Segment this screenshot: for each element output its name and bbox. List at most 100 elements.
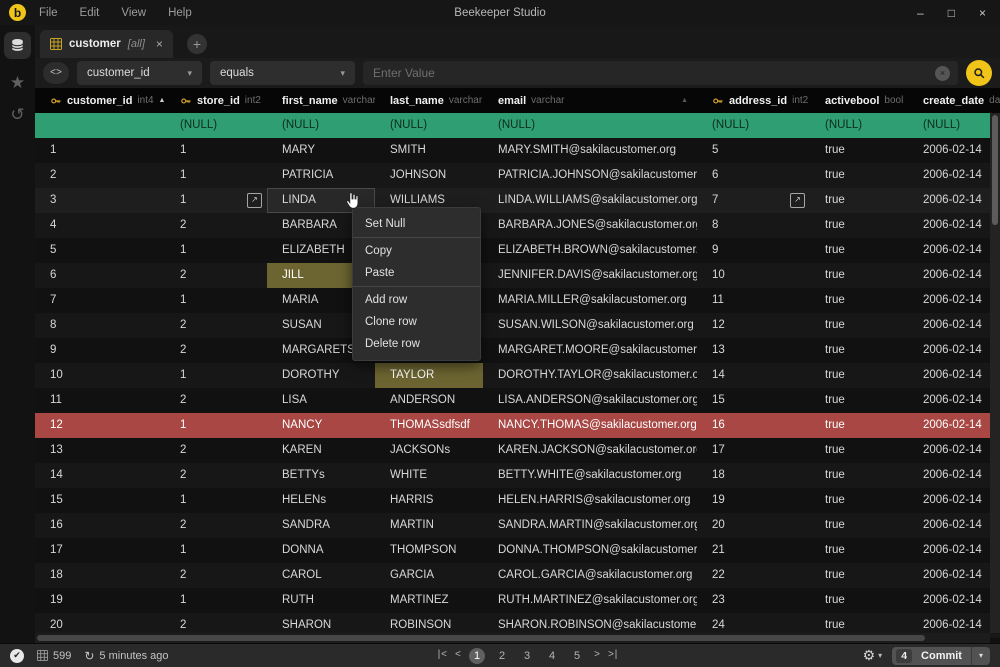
table-cell[interactable]: 5 <box>35 238 165 263</box>
table-cell[interactable]: true <box>810 463 908 488</box>
table-cell[interactable]: DOROTHY <box>267 363 375 388</box>
clear-filter-icon[interactable]: × <box>935 66 950 81</box>
pagination-page-5[interactable]: 5 <box>569 650 585 662</box>
sql-code-toggle-button[interactable]: <> <box>43 62 69 84</box>
table-cell[interactable]: 13 <box>697 338 810 363</box>
table-cell[interactable]: CAROL.GARCIA@sakilacustomer.org <box>483 563 697 588</box>
table-cell[interactable]: 1 <box>165 363 267 388</box>
table-row[interactable]: 151HELENsHARRISHELEN.HARRIS@sakilacustom… <box>35 488 1000 513</box>
table-row[interactable]: 51ELIZABETHBROWNELIZABETH.BROWN@sakilacu… <box>35 238 1000 263</box>
table-cell[interactable]: NANCY.THOMAS@sakilacustomer.org <box>483 413 697 438</box>
table-cell[interactable]: true <box>810 413 908 438</box>
column-header-create_date[interactable]: create_datedate▲ <box>908 88 1000 113</box>
minimize-button[interactable]: – <box>917 6 924 20</box>
table-cell[interactable]: 2 <box>165 513 267 538</box>
table-row[interactable]: 42BARBARAJONESBARBARA.JONES@sakilacustom… <box>35 213 1000 238</box>
table-cell[interactable]: 15 <box>35 488 165 513</box>
table-cell[interactable]: LISA.ANDERSON@sakilacustomer.org <box>483 388 697 413</box>
table-cell[interactable]: 4 <box>35 213 165 238</box>
table-cell[interactable]: true <box>810 538 908 563</box>
menu-help[interactable]: Help <box>168 7 192 19</box>
table-cell[interactable]: true <box>810 588 908 613</box>
table-cell[interactable]: true <box>810 163 908 188</box>
table-cell[interactable]: 2 <box>165 463 267 488</box>
table-cell[interactable]: true <box>810 388 908 413</box>
table-cell[interactable]: KAREN <box>267 438 375 463</box>
table-cell[interactable]: CAROL <box>267 563 375 588</box>
table-cell[interactable]: 16 <box>697 413 810 438</box>
table-cell[interactable]: HELENs <box>267 488 375 513</box>
table-cell[interactable]: DONNA.THOMPSON@sakilacustomer.org <box>483 538 697 563</box>
table-cell[interactable]: RUTH <box>267 588 375 613</box>
table-cell[interactable]: PATRICIA <box>267 163 375 188</box>
table-cell[interactable]: GARCIA <box>375 563 483 588</box>
table-cell[interactable]: true <box>810 238 908 263</box>
table-cell[interactable]: 2006-02-14 <box>908 513 1000 538</box>
sidebar-item-tables[interactable] <box>4 32 31 59</box>
table-cell[interactable]: LINDA.WILLIAMS@sakilacustomer.org <box>483 188 697 213</box>
menu-item-copy[interactable]: Copy <box>353 240 480 262</box>
table-row[interactable]: 62JILLDAVISJENNIFER.DAVIS@sakilacustomer… <box>35 263 1000 288</box>
table-row[interactable]: 112LISAANDERSONLISA.ANDERSON@sakilacusto… <box>35 388 1000 413</box>
column-header-address_id[interactable]: address_idint2▲ <box>697 88 810 113</box>
maximize-button[interactable]: □ <box>948 6 955 20</box>
table-cell[interactable]: JACKSONs <box>375 438 483 463</box>
table-cell[interactable]: 1 <box>35 138 165 163</box>
table-cell[interactable]: (NULL) <box>697 113 810 138</box>
table-row[interactable]: 162SANDRAMARTINSANDRA.MARTIN@sakilacusto… <box>35 513 1000 538</box>
table-cell[interactable]: 19 <box>697 488 810 513</box>
close-button[interactable]: × <box>979 6 986 20</box>
table-cell[interactable]: KAREN.JACKSON@sakilacustomer.org <box>483 438 697 463</box>
table-cell[interactable]: MARY <box>267 138 375 163</box>
table-row[interactable]: 191RUTHMARTINEZRUTH.MARTINEZ@sakilacusto… <box>35 588 1000 613</box>
commit-dropdown-caret[interactable]: ▾ <box>972 651 990 660</box>
table-cell[interactable]: true <box>810 313 908 338</box>
table-cell[interactable]: NANCY <box>267 413 375 438</box>
table-cell[interactable]: ANDERSON <box>375 388 483 413</box>
table-row[interactable]: 132KARENJACKSONsKAREN.JACKSON@sakilacust… <box>35 438 1000 463</box>
table-cell[interactable]: 2 <box>165 313 267 338</box>
table-cell[interactable]: 12 <box>697 313 810 338</box>
table-cell[interactable]: SANDRA <box>267 513 375 538</box>
table-cell[interactable]: 17 <box>697 438 810 463</box>
table-cell[interactable]: true <box>810 188 908 213</box>
filter-value-input[interactable] <box>363 61 958 85</box>
pagination-next-button[interactable]: > <box>594 650 599 661</box>
table-cell[interactable]: BETTYs <box>267 463 375 488</box>
filter-operator-select[interactable]: equals ▾ <box>210 61 355 85</box>
table-cell[interactable]: SANDRA.MARTIN@sakilacustomer.org <box>483 513 697 538</box>
table-cell[interactable]: MARTINEZ <box>375 588 483 613</box>
sort-arrow-icon[interactable]: ▲ <box>681 97 697 104</box>
table-cell[interactable]: MARIA.MILLER@sakilacustomer.org <box>483 288 697 313</box>
table-cell[interactable]: THOMPSON <box>375 538 483 563</box>
table-cell[interactable]: 2 <box>165 563 267 588</box>
table-row[interactable]: 182CAROLGARCIACAROL.GARCIA@sakilacustome… <box>35 563 1000 588</box>
pagination-last-button[interactable]: >| <box>608 650 618 661</box>
table-row[interactable]: 171DONNATHOMPSONDONNA.THOMPSON@sakilacus… <box>35 538 1000 563</box>
table-cell[interactable]: 3 <box>35 188 165 213</box>
table-cell[interactable]: true <box>810 138 908 163</box>
table-row[interactable]: 121NANCYTHOMASsdfsdfNANCY.THOMAS@sakilac… <box>35 413 1000 438</box>
table-cell[interactable]: BETTY.WHITE@sakilacustomer.org <box>483 463 697 488</box>
table-cell[interactable]: 2006-02-14 <box>908 488 1000 513</box>
menu-view[interactable]: View <box>121 7 146 19</box>
table-cell[interactable]: 1 <box>165 488 267 513</box>
table-cell[interactable]: 2 <box>165 213 267 238</box>
table-cell[interactable]: DONNA <box>267 538 375 563</box>
table-row[interactable]: 21PATRICIAJOHNSONPATRICIA.JOHNSON@sakila… <box>35 163 1000 188</box>
table-cell[interactable]: 2006-02-14 <box>908 138 1000 163</box>
table-cell[interactable]: 14 <box>35 463 165 488</box>
table-cell[interactable]: 9 <box>697 238 810 263</box>
commit-button[interactable]: 4 Commit ▾ <box>892 647 990 665</box>
table-cell[interactable]: 13 <box>35 438 165 463</box>
last-refreshed-group[interactable]: ↻ 5 minutes ago <box>84 649 168 663</box>
table-cell[interactable]: true <box>810 363 908 388</box>
column-header-first_name[interactable]: first_namevarchar▲ <box>267 88 375 113</box>
table-cell[interactable]: HARRIS <box>375 488 483 513</box>
table-cell[interactable]: SMITH <box>375 138 483 163</box>
table-cell[interactable]: 6 <box>697 163 810 188</box>
menu-file[interactable]: File <box>39 7 58 19</box>
table-cell[interactable]: MARY.SMITH@sakilacustomer.org <box>483 138 697 163</box>
table-cell[interactable]: true <box>810 563 908 588</box>
table-cell[interactable]: 2 <box>165 438 267 463</box>
